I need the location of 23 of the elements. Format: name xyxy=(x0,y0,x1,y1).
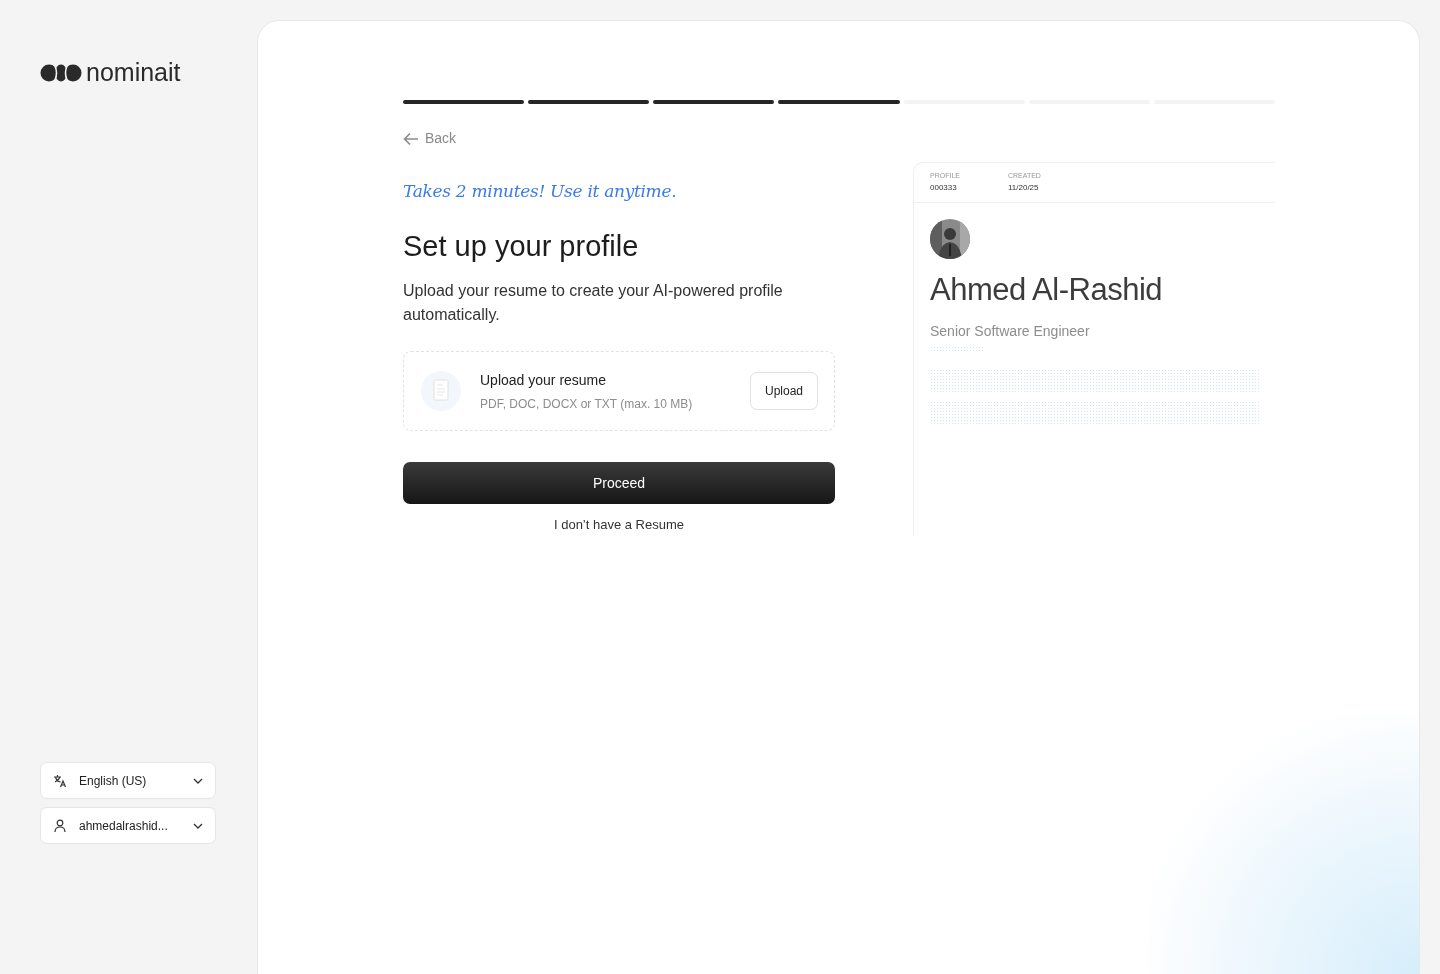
field-value: 000333 xyxy=(930,181,958,194)
proceed-button[interactable]: Proceed xyxy=(403,462,835,505)
back-link[interactable]: Back xyxy=(403,128,457,149)
upload-hint: PDF, DOC, DOCX or TXT (max. 10 MB) xyxy=(480,395,694,413)
no-resume-link[interactable]: I don’t have a Resume xyxy=(547,514,691,536)
chevron-down-icon xyxy=(193,822,203,829)
page-title: Set up your profile xyxy=(403,228,640,264)
language-select[interactable]: English (US) xyxy=(40,762,216,799)
document-icon xyxy=(420,370,462,413)
logo-icon xyxy=(40,63,82,82)
brand-name: nominait xyxy=(86,60,181,85)
upload-button[interactable]: Upload xyxy=(749,372,818,411)
page-description: Upload your resume to create your AI-powered profile automatically. xyxy=(403,281,784,326)
account-select[interactable]: ahmedalrashid... xyxy=(40,807,216,844)
upload-title: Upload your resume xyxy=(480,370,608,390)
chevron-down-icon xyxy=(193,777,203,784)
profile-name: Ahmed Al-Rashid xyxy=(930,270,1163,309)
field-value: 11/20/25 xyxy=(1007,181,1040,194)
profile-role: Senior Software Engineer xyxy=(930,322,1091,341)
arrow-left-icon xyxy=(403,131,419,146)
translate-icon xyxy=(53,773,67,788)
user-icon xyxy=(53,818,67,833)
tagline: Takes 2 minutes! Use it anytime. xyxy=(403,180,678,203)
